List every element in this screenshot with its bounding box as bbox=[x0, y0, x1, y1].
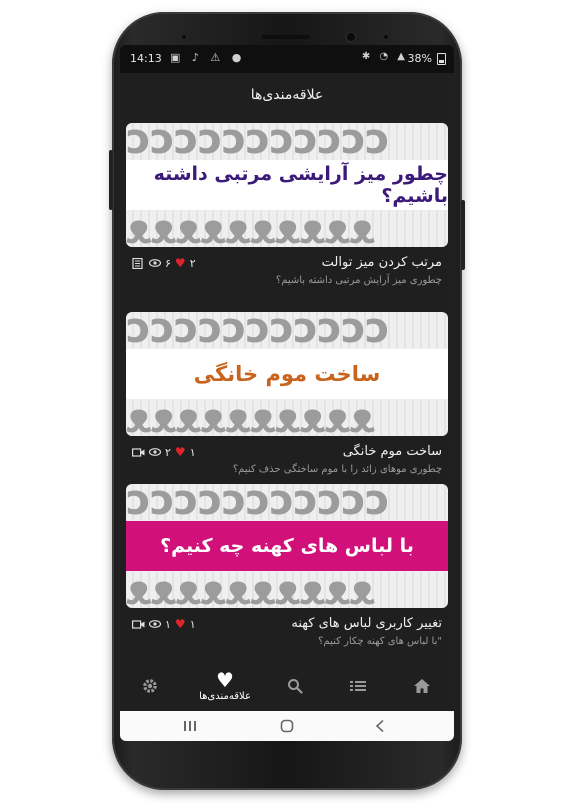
card-title[interactable]: تغییر کاربری لباس های کهنه bbox=[291, 616, 442, 631]
battery-icon bbox=[437, 53, 446, 65]
likes-count: ۱ bbox=[189, 445, 196, 459]
nav-home[interactable] bbox=[392, 661, 452, 711]
back-button[interactable] bbox=[360, 711, 400, 741]
likes-count: ۱ bbox=[189, 617, 196, 631]
settings-icon bbox=[143, 679, 157, 693]
card-subtitle: چطوری موهای زائد را با موم ساختگی حذف کن… bbox=[232, 464, 442, 475]
recent-apps-icon bbox=[184, 721, 196, 731]
phone-screen: 14:13 ▣ ♪ ⚠ ● ✱ ◔ ▲ 38% علاقه‌مندی‌ها ↄↄ… bbox=[120, 45, 454, 741]
banner-pattern: ᴥᴥᴥᴥᴥᴥᴥᴥᴥᴥ bbox=[126, 570, 375, 608]
views-count: ۶ bbox=[165, 256, 171, 270]
page-title: علاقه‌مندی‌ها bbox=[250, 87, 324, 103]
banner-text: ساخت موم خانگی bbox=[193, 362, 381, 386]
home-circle-icon bbox=[280, 719, 294, 733]
nav-favorites-label: علاقه‌مندی‌ها bbox=[199, 690, 251, 702]
eye-icon bbox=[149, 620, 161, 628]
home-button[interactable] bbox=[267, 711, 307, 741]
banner-strip: ساخت موم خانگی bbox=[126, 349, 448, 399]
favorite-card[interactable]: ↄↄↄↄↄↄↄↄↄↄↄ چطور میز آرایشی مرتبی داشته … bbox=[126, 123, 448, 305]
card-banner-image[interactable]: ↄↄↄↄↄↄↄↄↄↄↄ چطور میز آرایشی مرتبی داشته … bbox=[126, 123, 448, 247]
eye-icon bbox=[149, 448, 161, 456]
banner-pattern: ↄↄↄↄↄↄↄↄↄↄↄ bbox=[126, 312, 390, 348]
sensor bbox=[180, 33, 188, 41]
search-icon bbox=[288, 679, 303, 694]
earpiece-speaker bbox=[262, 35, 310, 39]
card-title[interactable]: ساخت موم خانگی bbox=[343, 444, 442, 459]
status-bar: 14:13 ▣ ♪ ⚠ ● ✱ ◔ ▲ 38% bbox=[120, 45, 454, 73]
video-icon bbox=[132, 447, 145, 457]
eye-icon bbox=[149, 259, 161, 267]
card-subtitle: "با لباس های کهنه چکار کنیم؟ bbox=[318, 636, 442, 647]
banner-text: با لباس های کهنه چه کنیم؟ bbox=[160, 535, 414, 557]
heart-icon[interactable]: ♥ bbox=[175, 445, 186, 459]
heart-icon: ♥ bbox=[216, 667, 234, 692]
card-title[interactable]: مرتب کردن میز توالت bbox=[322, 255, 442, 270]
favorite-card[interactable]: ↄↄↄↄↄↄↄↄↄↄↄ ساخت موم خانگی ᴥᴥᴥᴥᴥᴥᴥᴥᴥᴥ سا… bbox=[126, 312, 448, 494]
app-bar: علاقه‌مندی‌ها bbox=[120, 73, 454, 123]
banner-text: چطور میز آرایشی مرتبی داشته باشیم؟ bbox=[153, 163, 448, 207]
document-icon bbox=[132, 257, 143, 269]
banner-pattern: ᴥᴥᴥᴥᴥᴥᴥᴥᴥᴥ bbox=[126, 209, 375, 247]
banner-pattern: ↄↄↄↄↄↄↄↄↄↄↄ bbox=[126, 123, 390, 159]
power-button bbox=[461, 200, 465, 270]
nav-favorites[interactable]: ♥ علاقه‌مندی‌ها bbox=[190, 661, 260, 711]
battery-percent: 38% bbox=[407, 52, 432, 65]
card-stats: ۶ ♥ ۲ bbox=[132, 256, 196, 270]
card-banner-image[interactable]: ↄↄↄↄↄↄↄↄↄↄↄ با لباس های کهنه چه کنیم؟ ᴥᴥ… bbox=[126, 484, 448, 608]
sensor bbox=[382, 33, 390, 41]
system-navigation-bar bbox=[120, 711, 454, 741]
nav-search[interactable] bbox=[265, 661, 325, 711]
card-stats: ۲ ♥ ۱ bbox=[132, 445, 196, 459]
banner-strip: چطور میز آرایشی مرتبی داشته باشیم؟ bbox=[126, 160, 448, 210]
heart-icon[interactable]: ♥ bbox=[175, 617, 186, 631]
nav-settings[interactable] bbox=[120, 661, 180, 711]
connectivity-icons: ✱ ◔ ▲ bbox=[361, 51, 408, 62]
card-stats: ۱ ♥ ۱ bbox=[132, 617, 196, 631]
card-subtitle: چطوری میز آرایش مرتبی داشته باشیم؟ bbox=[275, 275, 442, 286]
card-meta: مرتب کردن میز توالت چطوری میز آرایش مرتب… bbox=[126, 247, 448, 305]
views-count: ۱ bbox=[165, 617, 171, 631]
volume-button bbox=[109, 150, 113, 210]
banner-strip: با لباس های کهنه چه کنیم؟ bbox=[126, 521, 448, 571]
banner-pattern: ↄↄↄↄↄↄↄↄↄↄↄ bbox=[126, 484, 390, 520]
list-icon bbox=[350, 681, 366, 691]
card-banner-image[interactable]: ↄↄↄↄↄↄↄↄↄↄↄ ساخت موم خانگی ᴥᴥᴥᴥᴥᴥᴥᴥᴥᴥ bbox=[126, 312, 448, 436]
bottom-navigation: ♥ علاقه‌مندی‌ها bbox=[120, 661, 454, 711]
front-camera bbox=[345, 31, 357, 43]
nav-categories[interactable] bbox=[328, 661, 388, 711]
notification-icons: ▣ ♪ ⚠ ● bbox=[170, 51, 246, 64]
status-time: 14:13 bbox=[130, 52, 162, 65]
home-icon bbox=[414, 679, 430, 693]
likes-count: ۲ bbox=[189, 256, 196, 270]
banner-pattern: ᴥᴥᴥᴥᴥᴥᴥᴥᴥᴥ bbox=[126, 398, 375, 436]
back-chevron-icon bbox=[375, 719, 384, 733]
video-icon bbox=[132, 619, 145, 629]
favorites-feed[interactable]: ↄↄↄↄↄↄↄↄↄↄↄ چطور میز آرایشی مرتبی داشته … bbox=[120, 123, 454, 661]
views-count: ۲ bbox=[165, 445, 171, 459]
recent-apps-button[interactable] bbox=[170, 711, 210, 741]
heart-icon[interactable]: ♥ bbox=[175, 256, 186, 270]
card-meta: تغییر کاربری لباس های کهنه "با لباس های … bbox=[126, 608, 448, 661]
favorite-card[interactable]: ↄↄↄↄↄↄↄↄↄↄↄ با لباس های کهنه چه کنیم؟ ᴥᴥ… bbox=[126, 484, 448, 661]
